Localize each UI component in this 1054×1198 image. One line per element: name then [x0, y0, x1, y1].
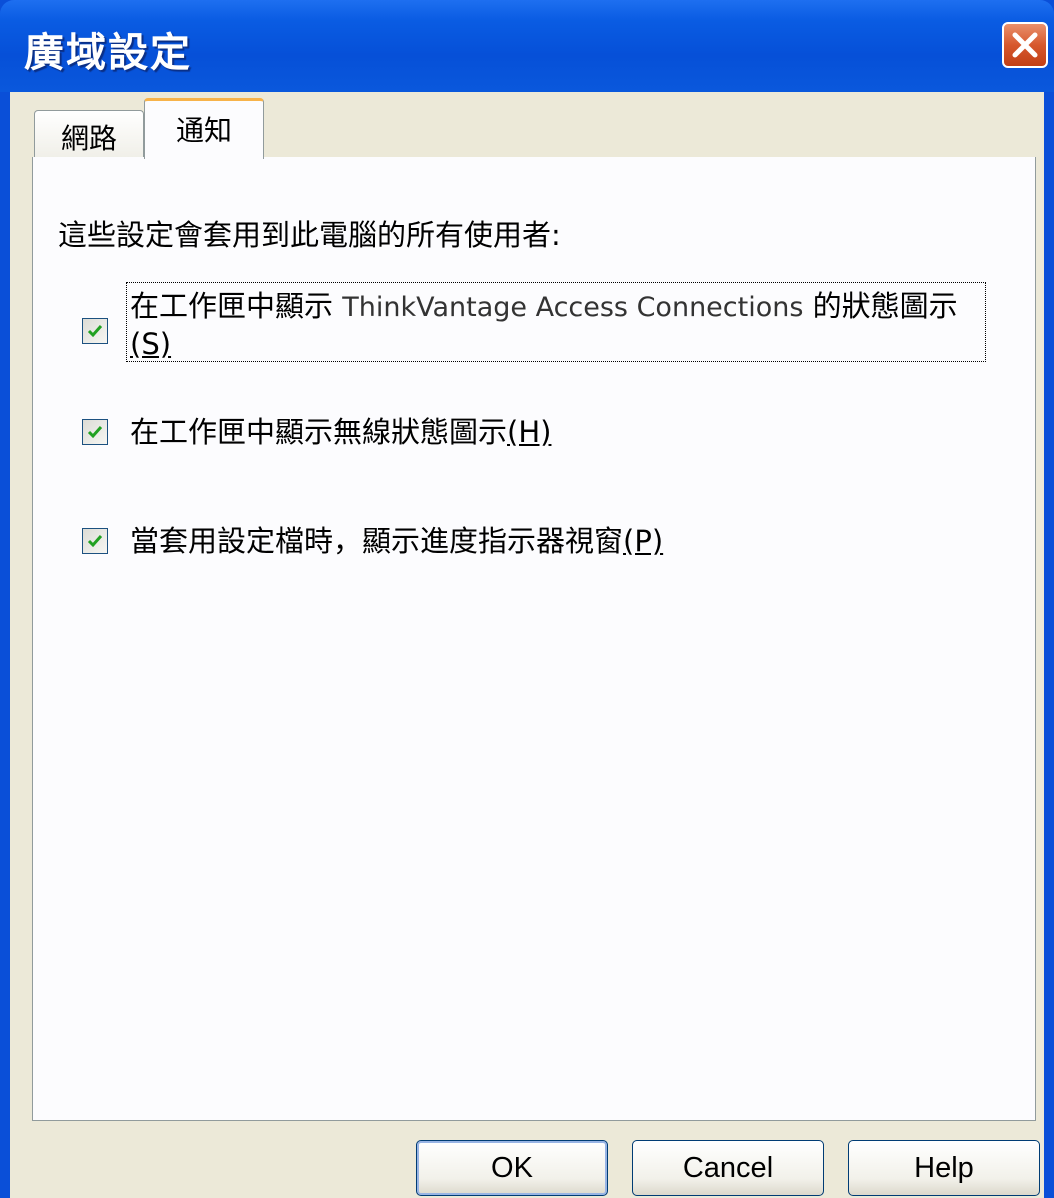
show-progress-window-label[interactable]: 當套用設定檔時，顯示進度指示器視窗(P)	[130, 523, 663, 559]
option-2-text: 在工作匣中顯示無線狀態圖示	[130, 415, 508, 449]
show-status-icon-label[interactable]: 在工作匣中顯示 ThinkVantage Access Connections …	[130, 288, 980, 362]
cancel-button[interactable]: Cancel	[632, 1140, 824, 1196]
check-mark-icon	[87, 325, 103, 338]
close-icon	[1012, 32, 1038, 58]
option-3-text: 當套用設定檔時，顯示進度指示器視窗	[130, 524, 624, 558]
global-settings-dialog: 廣域設定 網路 通知 這些設定會套用到此電腦的所有使用者: 在工作匣中顯示 Th…	[0, 0, 1054, 1198]
show-status-icon-checkbox[interactable]	[82, 318, 108, 344]
tab-network-label: 網路	[60, 122, 117, 155]
dialog-body: 網路 通知 這些設定會套用到此電腦的所有使用者: 在工作匣中顯示 ThinkVa…	[10, 92, 1044, 1198]
tab-network[interactable]: 網路	[34, 110, 144, 158]
option-1-suffix: 的狀態圖示	[803, 289, 958, 323]
show-progress-window-checkbox[interactable]	[82, 528, 108, 554]
option-1-mnemonic: (S)	[130, 327, 172, 361]
panel-description: 這些設定會套用到此電腦的所有使用者:	[58, 218, 561, 252]
title-bar[interactable]: 廣域設定	[0, 0, 1054, 92]
check-mark-icon	[87, 426, 103, 439]
option-1-text: 在工作匣中顯示	[130, 289, 343, 323]
tab-notification[interactable]: 通知	[144, 98, 264, 159]
close-button[interactable]	[1002, 22, 1048, 68]
show-wireless-icon-checkbox[interactable]	[82, 419, 108, 445]
help-button[interactable]: Help	[848, 1140, 1040, 1196]
option-3-mnemonic: (P)	[623, 524, 664, 558]
check-mark-icon	[87, 535, 103, 548]
option-2-mnemonic: (H)	[507, 415, 552, 449]
show-wireless-icon-label[interactable]: 在工作匣中顯示無線狀態圖示(H)	[130, 414, 551, 450]
dialog-title: 廣域設定	[24, 30, 192, 76]
app-name: ThinkVantage Access Connections	[342, 292, 804, 323]
ok-button[interactable]: OK	[416, 1140, 608, 1196]
tab-notification-label: 通知	[175, 114, 232, 147]
